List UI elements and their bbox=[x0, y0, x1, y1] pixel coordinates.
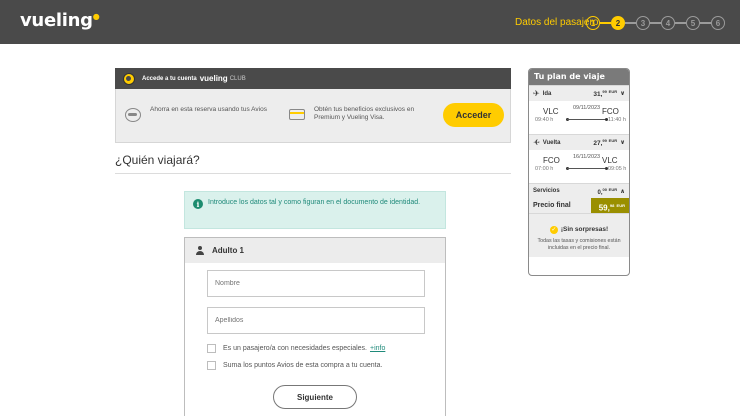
outbound-details: VLC 09/11/2023 FCO 09:40 h 11:40 h bbox=[529, 101, 629, 134]
step-5: 5 bbox=[686, 16, 700, 30]
user-avatar-icon bbox=[123, 72, 135, 85]
step-connector bbox=[650, 22, 661, 24]
step-connector bbox=[675, 22, 686, 24]
info-text: Introduce los datos tal y como figuran e… bbox=[208, 199, 421, 206]
info-notice: i Introduce los datos tal y como figuran… bbox=[184, 191, 446, 229]
departure-time: 09:40 h bbox=[535, 117, 554, 123]
avios-text: Ahorra en esta reserva usando tus Avios bbox=[150, 106, 267, 113]
outbound-price: 31,99 EUR bbox=[593, 88, 618, 99]
special-needs-checkbox[interactable] bbox=[207, 344, 216, 353]
step-connector bbox=[625, 22, 636, 24]
step-1[interactable]: 1 bbox=[586, 16, 600, 30]
return-header[interactable]: ✈ Vuelta 27,99 EUR ∨ bbox=[529, 134, 629, 150]
outbound-label: Ida bbox=[542, 90, 552, 97]
benefits-text: Obtén tus beneficios exclusivos en Premi… bbox=[314, 106, 415, 121]
origin-code: VLC bbox=[543, 107, 559, 116]
first-name-input[interactable] bbox=[207, 270, 425, 297]
vueling-logo[interactable]: vueling● bbox=[20, 10, 100, 31]
no-surprises-note: ✓ ¡Sin sorpresas! Todas las tasas y comi… bbox=[529, 213, 629, 257]
club-brand: vueling bbox=[199, 74, 228, 83]
flight-date: 16/11/2023 bbox=[573, 154, 601, 160]
top-header: vueling● Datos del pasajero 1 2 3 4 5 6 bbox=[0, 0, 740, 44]
check-icon: ✓ bbox=[549, 225, 558, 234]
step-connector bbox=[600, 22, 611, 24]
special-needs-option: Es un pasajero/a con necesidades especia… bbox=[207, 344, 385, 353]
info-icon: i bbox=[193, 199, 203, 209]
chevron-up-icon[interactable]: ∧ bbox=[620, 188, 625, 195]
trip-plan-panel: Tu plan de viaje ✈ Ida 31,99 EUR ∨ VLC 0… bbox=[528, 68, 630, 276]
route-line bbox=[567, 168, 606, 169]
avios-icon bbox=[125, 108, 141, 122]
step-progress: 1 2 3 4 5 6 bbox=[586, 15, 725, 31]
credit-card-icon bbox=[289, 109, 305, 120]
flight-date: 09/11/2023 bbox=[573, 105, 601, 111]
special-needs-label: Es un pasajero/a con necesidades especia… bbox=[223, 345, 367, 352]
final-price-row: Precio final 59,98 EUR bbox=[529, 198, 629, 213]
trip-plan-title: Tu plan de viaje bbox=[529, 69, 629, 85]
club-benefits: Ahorra en esta reserva usando tus Avios … bbox=[115, 89, 511, 143]
chevron-down-icon[interactable]: ∨ bbox=[620, 139, 625, 146]
arrival-time: 09:05 h bbox=[608, 166, 627, 172]
step-6: 6 bbox=[711, 16, 725, 30]
avios-points-checkbox[interactable] bbox=[207, 361, 216, 370]
avios-points-option: Suma los puntos Avios de esta compra a t… bbox=[207, 361, 382, 370]
step-2-active: 2 bbox=[611, 16, 625, 30]
person-icon bbox=[196, 246, 204, 255]
club-header: Accede a tu cuenta vueling CLUB bbox=[115, 68, 511, 89]
club-word: CLUB bbox=[229, 75, 246, 82]
section-title: ¿Quién viajará? bbox=[115, 153, 200, 167]
plane-departure-icon: ✈ bbox=[533, 89, 540, 98]
step-connector bbox=[700, 22, 711, 24]
step-3: 3 bbox=[636, 16, 650, 30]
destination-code: VLC bbox=[602, 156, 618, 165]
login-button[interactable]: Acceder bbox=[443, 103, 504, 127]
no-surprises-text: Todas las tasas y comisiones están inclu… bbox=[537, 238, 621, 251]
step-4: 4 bbox=[661, 16, 675, 30]
club-access-text: Accede a tu cuenta bbox=[142, 75, 197, 82]
chevron-down-icon[interactable]: ∨ bbox=[620, 90, 625, 97]
origin-code: FCO bbox=[543, 156, 560, 165]
more-info-link[interactable]: +info bbox=[370, 345, 385, 352]
destination-code: FCO bbox=[602, 107, 619, 116]
no-surprises-title: ✓ ¡Sin sorpresas! bbox=[549, 225, 609, 234]
route-line bbox=[567, 119, 606, 120]
plane-return-icon: ✈ bbox=[533, 138, 540, 147]
next-button[interactable]: Siguiente bbox=[273, 385, 357, 409]
return-details: FCO 16/11/2023 VLC 07:00 h 09:05 h bbox=[529, 150, 629, 183]
passenger-label: Adulto 1 bbox=[212, 246, 244, 255]
arrival-time: 11:40 h bbox=[608, 117, 626, 123]
return-price: 27,99 EUR bbox=[593, 137, 618, 148]
departure-time: 07:00 h bbox=[535, 166, 554, 172]
return-label: Vuelta bbox=[542, 139, 561, 146]
services-row[interactable]: Servicios 0,00 EUR ∧ bbox=[529, 183, 629, 198]
final-price-value: 59,98 EUR bbox=[591, 198, 629, 213]
services-label: Servicios bbox=[533, 188, 560, 194]
services-price: 0,00 EUR bbox=[597, 186, 618, 196]
logo-dot-icon: ● bbox=[92, 12, 100, 21]
divider bbox=[115, 173, 511, 174]
avios-points-label: Suma los puntos Avios de esta compra a t… bbox=[223, 362, 383, 369]
outbound-header[interactable]: ✈ Ida 31,99 EUR ∨ bbox=[529, 85, 629, 101]
surname-input[interactable] bbox=[207, 307, 425, 334]
final-price-label: Precio final bbox=[533, 202, 571, 209]
passenger-header: Adulto 1 bbox=[185, 238, 445, 263]
passenger-form-adult-1: Adulto 1 Es un pasajero/a con necesidade… bbox=[184, 237, 446, 416]
